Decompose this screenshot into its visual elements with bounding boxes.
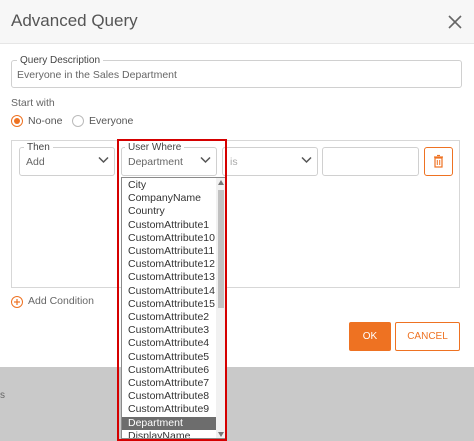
condition-value-input[interactable] [322,147,419,176]
then-value: Add [26,156,45,168]
highlight-box [117,139,227,441]
query-description-value: Everyone in the Sales Department [17,69,177,81]
radio-no-one-label[interactable]: No-one [28,115,62,127]
close-icon[interactable] [446,13,464,31]
delete-condition-button[interactable] [424,147,453,176]
operator-value: is [230,156,238,168]
then-label: Then [24,142,53,154]
radio-everyone-label[interactable]: Everyone [89,115,133,127]
query-description-label: Query Description [17,55,104,67]
chevron-down-icon [301,156,312,164]
ok-button[interactable]: OK [349,322,391,351]
cancel-button[interactable]: CANCEL [395,322,460,351]
add-circle-icon [11,296,23,308]
trash-icon [434,154,443,168]
backdrop-text: s [0,390,5,401]
add-condition-label: Add Condition [28,295,94,307]
page-backdrop [0,367,474,441]
start-with-label: Start with [11,97,55,109]
radio-no-one[interactable] [11,115,23,127]
chevron-down-icon [98,156,109,164]
radio-everyone[interactable] [72,115,84,127]
dialog-title: Advanced Query [11,11,138,30]
